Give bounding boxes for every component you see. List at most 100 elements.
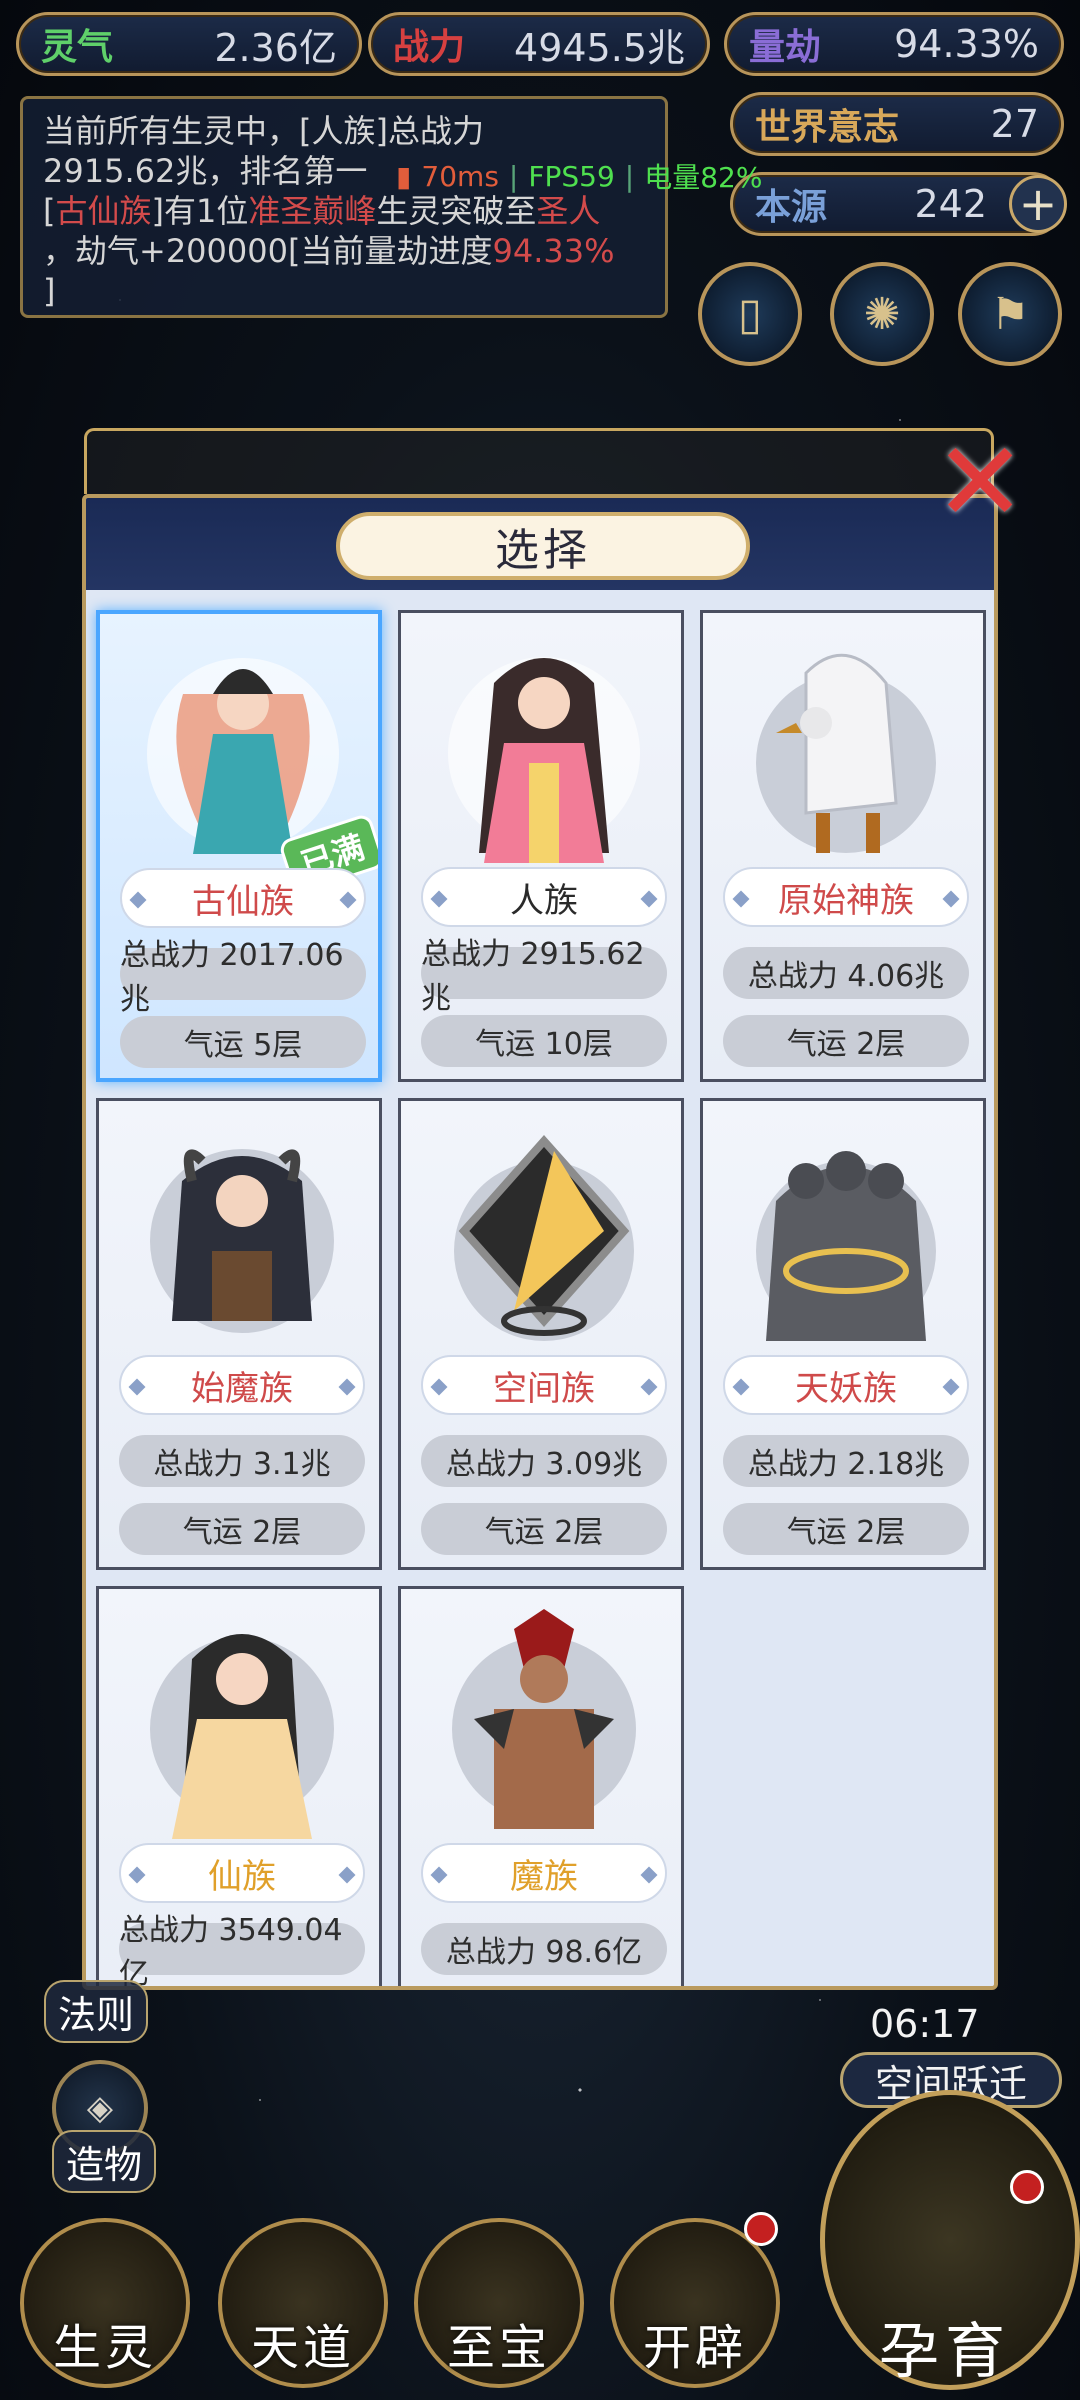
liangjie-value: 94.33% <box>894 22 1039 66</box>
card-icon: ▯ <box>737 288 763 340</box>
tiandao-label: 天道 <box>250 2320 355 2376</box>
countdown-timer: 06:17 <box>870 2002 980 2046</box>
benyuan-value: 242 <box>914 182 987 226</box>
race-name: 仙族 <box>119 1843 365 1903</box>
race-card-guxian[interactable]: 已满 古仙族 总战力 2017.06兆 气运 5层 <box>96 610 382 1082</box>
fps-text: FPS59 <box>528 159 615 193</box>
renzu-portrait <box>441 633 647 863</box>
race-grid: 已满 古仙族 总战力 2017.06兆 气运 5层 人族 总战力 2915.62… <box>96 610 986 1986</box>
race-name: 人族 <box>421 867 667 927</box>
race-card-tianyao[interactable]: 天妖族 总战力 2.18兆 气运 2层 <box>700 1098 986 1570</box>
log-race-name: 古仙族 <box>55 192 152 230</box>
zhibao-button[interactable]: 至宝 <box>414 2218 584 2388</box>
zhanli-value: 4945.5兆 <box>514 25 685 70</box>
shengling-label: 生灵 <box>52 2320 157 2376</box>
log-line-1: 当前所有生灵中，[人族]总战力 <box>43 112 484 150</box>
log-line-4: ，劫气+200000[当前量劫进度94.33% <box>43 231 645 271</box>
yuanshi-portrait <box>743 633 949 863</box>
shimo-portrait <box>139 1121 345 1351</box>
mozu-portrait <box>441 1609 647 1839</box>
race-luck: 气运 5层 <box>120 1016 366 1068</box>
zhanli-label: 战力 <box>393 27 466 68</box>
log-text-2: 生灵突破至 <box>376 192 537 230</box>
lingqi-label: 灵气 <box>41 27 114 68</box>
signal-icon: ▮ <box>396 159 412 193</box>
modal-top-frame <box>84 428 994 494</box>
race-luck: 气运 2层 <box>723 1015 969 1067</box>
benyuan-resource[interactable]: 本源 242 + <box>730 172 1067 236</box>
race-luck: 气运 2层 <box>119 1503 365 1555</box>
race-power: 总战力 2017.06兆 <box>120 938 366 1017</box>
race-card-kongjian[interactable]: 空间族 总战力 3.09兆 气运 2层 <box>398 1098 684 1570</box>
world-will-label: 世界意志 <box>755 107 900 148</box>
log-text: ]有1位 <box>151 192 249 230</box>
world-will-value: 27 <box>990 102 1039 146</box>
liangjie-resource[interactable]: 量劫 94.33% <box>724 12 1064 76</box>
banner-button[interactable]: ⚑ <box>958 262 1062 366</box>
separator-icon: | <box>624 159 635 193</box>
vortex-button[interactable]: ✺ <box>830 262 934 366</box>
modal-title: 选择 <box>336 512 750 580</box>
log-new-rank: 圣人 <box>536 192 601 230</box>
race-power: 总战力 3.09兆 <box>421 1435 667 1487</box>
yunyu-button[interactable]: 孕育 <box>820 2090 1080 2390</box>
notification-dot <box>1010 2170 1044 2204</box>
lingqi-value: 2.36亿 <box>214 25 337 70</box>
xianzu-portrait <box>139 1609 345 1839</box>
race-power: 总战力 2915.62兆 <box>421 937 667 1016</box>
race-name: 魔族 <box>421 1843 667 1903</box>
banner-icon: ⚑ <box>990 288 1030 340</box>
tiandao-button[interactable]: 天道 <box>218 2218 388 2388</box>
close-modal-button[interactable]: ✕ <box>934 427 1034 542</box>
world-will-resource[interactable]: 世界意志 27 <box>730 92 1064 156</box>
log-rank: 准圣巅峰 <box>248 192 377 230</box>
race-card-mozu[interactable]: 魔族 总战力 98.6亿 <box>398 1586 684 1986</box>
modal-header: 选择 <box>86 498 994 590</box>
zhibao-label: 至宝 <box>446 2320 551 2376</box>
race-power: 总战力 4.06兆 <box>723 947 969 999</box>
lingqi-resource[interactable]: 灵气 2.36亿 <box>16 12 362 76</box>
separator-icon: | <box>508 159 519 193</box>
race-card-yuanshi[interactable]: 原始神族 总战力 4.06兆 气运 2层 <box>700 610 986 1082</box>
ping-text: 70ms <box>421 159 499 193</box>
race-luck: 气运 2层 <box>421 1503 667 1555</box>
fazhe-button[interactable]: 法则 <box>44 1980 149 2043</box>
log-progress: 94.33% <box>492 232 615 270</box>
race-luck: 气运 10层 <box>421 1015 667 1067</box>
shengling-button[interactable]: 生灵 <box>20 2218 190 2388</box>
battery-text: 电量82% <box>644 161 763 194</box>
notification-dot <box>744 2212 778 2246</box>
race-power: 总战力 2.18兆 <box>723 1435 969 1487</box>
race-luck: 气运 2层 <box>723 1503 969 1555</box>
network-overlay: ▮ 70ms | FPS59 | 电量82% <box>396 156 762 196</box>
zaowu-icon: ◈ <box>86 2088 114 2128</box>
vortex-icon: ✺ <box>863 288 901 340</box>
race-card-renzu[interactable]: 人族 总战力 2915.62兆 气运 10层 <box>398 610 684 1082</box>
race-name: 空间族 <box>421 1355 667 1415</box>
race-card-xianzu[interactable]: 仙族 总战力 3549.04亿 <box>96 1586 382 1986</box>
card-button[interactable]: ▯ <box>698 262 802 366</box>
log-text-3: ，劫气+200000[当前量劫进度 <box>43 232 493 270</box>
race-power: 总战力 3.1兆 <box>119 1435 365 1487</box>
race-name: 始魔族 <box>119 1355 365 1415</box>
yunyu-label: 孕育 <box>879 2317 1011 2387</box>
race-power: 总战力 3549.04亿 <box>119 1913 365 1986</box>
kaipi-label: 开辟 <box>642 2320 747 2376</box>
log-line-3: [古仙族]有1位准圣巅峰生灵突破至圣人 <box>43 191 645 231</box>
add-benyuan-button[interactable]: + <box>1009 175 1067 233</box>
event-log: 当前所有生灵中，[人族]总战力 2915.62兆，排名第一 [古仙族]有1位准圣… <box>20 96 668 318</box>
race-name: 古仙族 <box>120 868 366 928</box>
liangjie-label: 量劫 <box>749 27 822 68</box>
race-name: 天妖族 <box>723 1355 969 1415</box>
log-bracket-open: [ <box>43 192 56 230</box>
race-power: 总战力 98.6亿 <box>421 1923 667 1975</box>
kongjian-portrait <box>441 1121 647 1351</box>
log-line-5: ] <box>43 272 56 310</box>
benyuan-label: 本源 <box>755 187 828 228</box>
zaowu-label: 造物 <box>52 2130 157 2193</box>
selection-modal: 选择 已满 古仙族 总战力 2017.06兆 气运 5层 人族 总战力 2915… <box>82 494 998 1990</box>
tianyao-portrait <box>743 1121 949 1351</box>
zhanli-resource[interactable]: 战力 4945.5兆 <box>368 12 710 76</box>
race-name: 原始神族 <box>723 867 969 927</box>
race-card-shimo[interactable]: 始魔族 总战力 3.1兆 气运 2层 <box>96 1098 382 1570</box>
